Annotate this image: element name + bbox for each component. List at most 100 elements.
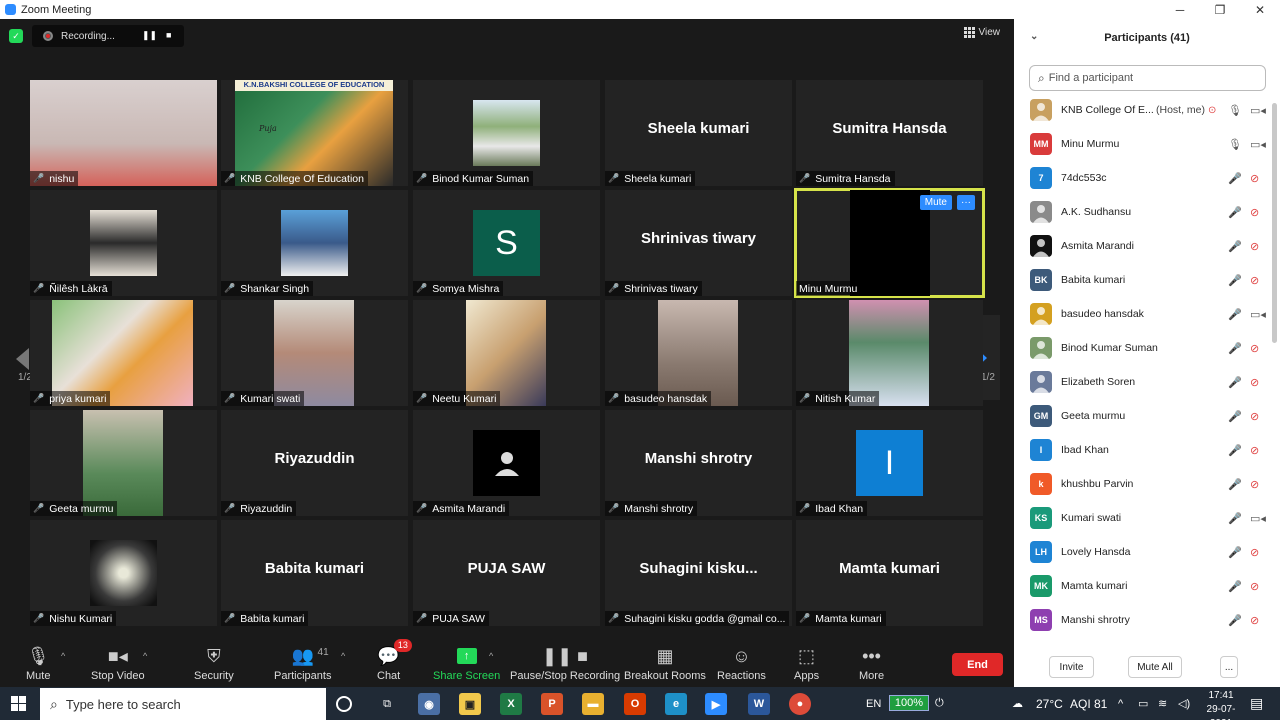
taskbar-search-input[interactable]: ⌕ Type here to search [40,688,326,720]
more-button[interactable]: ••• More [859,645,884,683]
video-camera-icon[interactable]: ▭◂ [1250,512,1266,525]
maximize-button[interactable]: ❐ [1200,0,1240,19]
video-camera-icon[interactable]: ▭◂ [1250,138,1266,151]
participant-row[interactable]: Asmita Marandi 🎤 ⊘ [1014,229,1270,263]
video-tile[interactable]: 🎤 Asmita Marandi [413,410,600,516]
audio-options-chevron-icon[interactable]: ^ [61,651,65,661]
muted-microphone-icon[interactable]: 🎤 [1228,240,1242,253]
video-camera-icon[interactable]: ▭◂ [1250,104,1266,117]
video-tile[interactable]: 🎤 Binod Kumar Suman [413,80,600,186]
participant-row[interactable]: Binod Kumar Suman 🎤 ⊘ [1014,331,1270,365]
weather-temp[interactable]: 27°C [1036,687,1063,720]
video-off-icon[interactable]: ⊘ [1250,580,1259,593]
video-off-icon[interactable]: ⊘ [1250,342,1259,355]
reactions-button[interactable]: ☺ Reactions [717,645,766,683]
participant-list-scrollbar[interactable] [1272,103,1277,343]
stop-video-button[interactable]: ■◂ Stop Video [91,645,145,683]
participant-row[interactable]: BK Babita kumari 🎤 ⊘ [1014,263,1270,297]
video-tile[interactable]: 🎤 priya kumari [30,300,217,406]
participant-search-input[interactable]: ⌕ Find a participant [1029,65,1266,91]
cortana-icon[interactable] [336,696,352,712]
mute-button[interactable]: 🎙 Mute [26,645,50,683]
participant-row[interactable]: KNB College Of E... (Host, me) ⊙ 🎙 ▭◂ [1014,93,1270,127]
video-tile[interactable]: 🎤 Nitish Kumar [796,300,983,406]
edge-icon[interactable]: e [665,693,687,715]
language-indicator[interactable]: EN [866,687,881,720]
video-off-icon[interactable]: ⊘ [1250,376,1259,389]
video-tile[interactable]: 🎤 Geeta murmu [30,410,217,516]
muted-microphone-icon[interactable]: 🎤 [1228,274,1242,287]
video-tile[interactable]: PUJA SAW 🎤 PUJA SAW [413,520,600,626]
microphone-icon[interactable]: 🎙 [1228,104,1242,117]
video-tile[interactable]: Sheela kumari 🎤 Sheela kumari [605,80,792,186]
muted-microphone-icon[interactable]: 🎤 [1228,546,1242,559]
collapse-chevron-icon[interactable]: ⌄ [1030,31,1038,42]
muted-microphone-icon[interactable]: 🎤 [1228,614,1242,627]
participant-row[interactable]: KS Kumari swati 🎤 ▭◂ [1014,501,1270,535]
zoom-taskbar-icon[interactable]: ▶ [705,693,727,715]
app-icon-1[interactable]: ◉ [418,693,440,715]
share-options-chevron-icon[interactable]: ^ [489,651,493,661]
panel-more-button[interactable]: ... [1220,656,1238,678]
participant-row[interactable]: GM Geeta murmu 🎤 ⊘ [1014,399,1270,433]
windows-start-icon[interactable] [11,696,26,711]
microphone-icon[interactable]: 🎙 [1228,138,1242,151]
video-tile[interactable]: 🎤 Shankar Singh [221,190,408,296]
video-off-icon[interactable]: ⊘ [1250,206,1259,219]
participant-row[interactable]: LH Lovely Hansda 🎤 ⊘ [1014,535,1270,569]
stop-recording-icon[interactable]: ■ [166,30,171,40]
video-tile[interactable]: 🎤 Ñilêsh Làkrā [30,190,217,296]
muted-microphone-icon[interactable]: 🎤 [1228,444,1242,457]
tile-more-button[interactable]: ··· [957,195,975,210]
muted-microphone-icon[interactable]: 🎤 [1228,478,1242,491]
video-options-chevron-icon[interactable]: ^ [143,651,147,661]
view-button[interactable]: View [963,27,1000,38]
tile-mute-button[interactable]: Mute [919,195,952,210]
word-icon[interactable]: W [748,693,770,715]
video-tile[interactable]: Mute ··· Minu Murmu [794,188,985,298]
video-off-icon[interactable]: ⊘ [1250,546,1259,559]
video-tile[interactable]: K.N.BAKSHI COLLEGE OF EDUCATION Puja 🎤 KNB … [221,80,408,186]
video-tile[interactable]: Shrinivas tiwary 🎤 Shrinivas tiwary [605,190,792,296]
muted-microphone-icon[interactable]: 🎤 [1228,376,1242,389]
notifications-icon[interactable]: ▤ [1250,687,1263,720]
pause-recording-icon[interactable]: ❚❚ [142,30,157,41]
video-tile[interactable]: 🎤 nishu [30,80,217,186]
store-icon[interactable]: ▣ [459,693,481,715]
video-off-icon[interactable]: ⊘ [1250,172,1259,185]
video-off-icon[interactable]: ⊘ [1250,274,1259,287]
participant-row[interactable]: basudeo hansdak 🎤 ▭◂ [1014,297,1270,331]
muted-microphone-icon[interactable]: 🎤 [1228,580,1242,593]
muted-microphone-icon[interactable]: 🎤 [1228,206,1242,219]
video-off-icon[interactable]: ⊘ [1250,478,1259,491]
muted-microphone-icon[interactable]: 🎤 [1228,410,1242,423]
end-meeting-button[interactable]: End [952,653,1003,676]
close-button[interactable]: ✕ [1240,0,1280,19]
video-camera-icon[interactable]: ▭◂ [1250,308,1266,321]
video-tile[interactable]: Manshi shrotry 🎤 Manshi shrotry [605,410,792,516]
muted-microphone-icon[interactable]: 🎤 [1228,512,1242,525]
task-view-icon[interactable]: ⧉ [376,693,398,715]
participant-row[interactable]: MS Manshi shrotry 🎤 ⊘ [1014,603,1270,637]
participant-row[interactable]: I Ibad Khan 🎤 ⊘ [1014,433,1270,467]
minimize-button[interactable]: ─ [1160,0,1200,19]
video-tile[interactable]: Suhagini kisku... 🎤 Suhagini kisku godda @… [605,520,792,626]
clock[interactable]: 17:41 29-07-2021 [1200,689,1242,720]
network-icon[interactable]: ▭ [1138,687,1148,720]
app-icon-2[interactable]: P [541,693,563,715]
wifi-icon[interactable]: ≋ [1158,687,1167,720]
video-tile[interactable]: 🎤 Nishu Kumari [30,520,217,626]
video-tile[interactable]: Mamta kumari 🎤 Mamta kumari [796,520,983,626]
mute-all-button[interactable]: Mute All [1128,656,1182,678]
air-quality[interactable]: AQI 81 [1070,687,1107,720]
participant-row[interactable]: MM Minu Murmu 🎙 ▭◂ [1014,127,1270,161]
participant-row[interactable]: k khushbu Parvin 🎤 ⊘ [1014,467,1270,501]
participant-row[interactable]: A.K. Sudhansu 🎤 ⊘ [1014,195,1270,229]
participants-button[interactable]: 👥 41 Participants [274,645,331,683]
excel-icon[interactable]: X [500,693,522,715]
video-tile[interactable]: S 🎤 Somya Mishra [413,190,600,296]
video-off-icon[interactable]: ⊘ [1250,614,1259,627]
video-tile[interactable]: Sumitra Hansda 🎤 Sumitra Hansda [796,80,983,186]
apps-button[interactable]: ⬚ Apps [794,645,819,683]
muted-microphone-icon[interactable]: 🎤 [1228,342,1242,355]
